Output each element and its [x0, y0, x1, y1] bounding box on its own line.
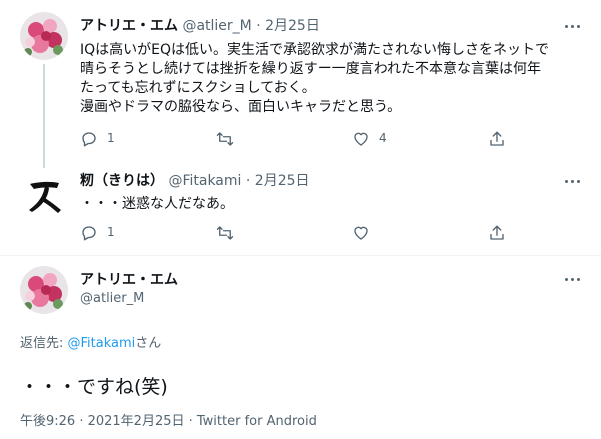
display-name[interactable]: アトリエ・エム — [80, 18, 178, 34]
main-tweet: アトリエ・エム @atlier_M 返信先: @Fitakamiさん ・・・です… — [0, 256, 601, 439]
tweet-text: ・・・迷惑な人だなあ。 — [80, 196, 234, 212]
tweet-2[interactable]: 籾（きりは） @Fitakami · 2月25日 ・・・迷惑な人だなあ。 1 — [0, 160, 601, 255]
reply-to-prefix: 返信先: — [20, 336, 68, 351]
flower-avatar-image — [20, 266, 68, 314]
more-icon[interactable] — [563, 272, 583, 288]
avatar[interactable] — [20, 170, 68, 218]
flower-avatar-image — [20, 12, 68, 60]
reply-to-line: 返信先: @Fitakamiさん — [20, 332, 161, 351]
display-name[interactable]: アトリエ・エム — [80, 269, 178, 289]
separator: · — [256, 18, 261, 34]
retweet-icon — [216, 226, 234, 240]
retweet-icon — [216, 132, 234, 146]
handle[interactable]: @atlier_M — [182, 18, 251, 34]
like-icon — [354, 226, 368, 240]
thread-line — [43, 64, 45, 168]
like-icon — [354, 132, 368, 146]
share-icon — [490, 225, 504, 240]
reply-icon — [82, 226, 96, 241]
reply-count: 1 — [107, 225, 115, 239]
tweet-header: 籾（きりは） @Fitakami · 2月25日 — [80, 172, 310, 190]
reply-icon — [82, 132, 96, 147]
handle[interactable]: @atlier_M — [80, 291, 144, 306]
reply-to-suffix: さん — [135, 336, 162, 351]
tweet-text: IQは高いがEQは低い。実生活で承認欲求が満たされない悔しさをネットで 晴らそう… — [80, 42, 550, 115]
reply-count: 1 — [107, 131, 115, 145]
more-icon[interactable] — [563, 19, 583, 35]
like-count: 4 — [379, 131, 387, 145]
share-icon — [490, 131, 504, 146]
reply-to-handle-link[interactable]: @Fitakami — [68, 336, 136, 351]
action-bar: 1 4 — [80, 129, 590, 149]
avatar[interactable] — [20, 12, 68, 60]
tweet-date[interactable]: 2月25日 — [265, 18, 320, 34]
more-icon[interactable] — [563, 174, 583, 190]
tweet-text: ・・・ですね(笑) — [20, 376, 168, 398]
tweet-date[interactable]: 2月25日 — [255, 173, 310, 189]
handle[interactable]: @Fitakami — [168, 173, 241, 189]
action-bar: 1 — [80, 223, 590, 243]
calligraphy-avatar-image — [20, 170, 68, 218]
display-name[interactable]: 籾（きりは） — [80, 173, 164, 189]
tweet-header: アトリエ・エム @atlier_M · 2月25日 — [80, 17, 320, 35]
tweet-timestamp[interactable]: 午後9:26 · 2021年2月25日 · Twitter for Androi… — [20, 410, 317, 429]
avatar[interactable] — [20, 266, 68, 314]
separator: · — [245, 173, 251, 189]
tweet-1[interactable]: アトリエ・エム @atlier_M · 2月25日 IQは高いがEQは低い。実生… — [0, 0, 601, 168]
